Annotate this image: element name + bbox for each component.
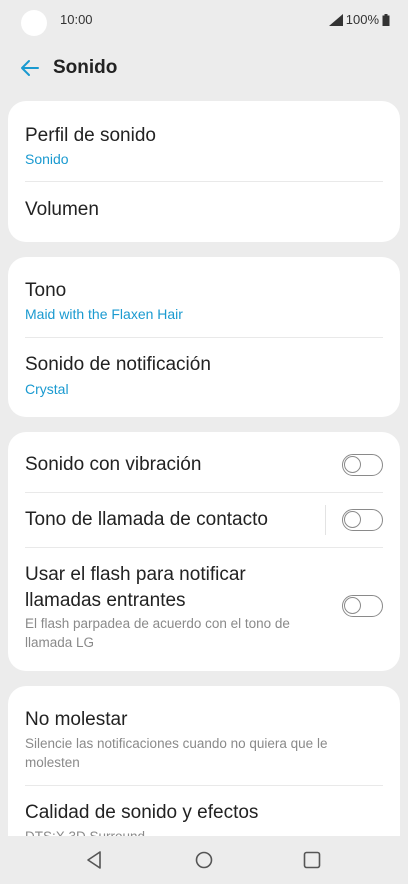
- sound-quality-title: Calidad de sonido y efectos: [25, 802, 259, 823]
- dnd-title: No molestar: [25, 709, 128, 730]
- flash-title-line1: Usar el flash para notificar: [25, 564, 246, 585]
- notification-sound-title: Sonido de notificación: [25, 354, 211, 375]
- setting-contact-ringtone[interactable]: Tono de llamada de contacto: [8, 493, 400, 547]
- sound-profile-value: Sonido: [25, 151, 69, 167]
- card-sound-profile: Perfil de sonido Sonido Volumen: [8, 101, 400, 242]
- app-bar: Sonido: [0, 48, 408, 88]
- setting-vibration-sound[interactable]: Sonido con vibración: [8, 432, 400, 492]
- sound-profile-title: Perfil de sonido: [25, 125, 156, 146]
- toggle-knob: [344, 511, 361, 528]
- signal-icon: [328, 13, 343, 26]
- toggle-knob: [344, 456, 361, 473]
- contact-ringtone-toggle[interactable]: [342, 509, 383, 531]
- setting-do-not-disturb[interactable]: No molestar Silencie las notificaciones …: [8, 686, 400, 785]
- vibration-sound-toggle[interactable]: [342, 454, 383, 476]
- nav-back-icon[interactable]: [85, 850, 105, 870]
- volume-title: Volumen: [25, 199, 99, 220]
- flash-notification-toggle[interactable]: [342, 595, 383, 617]
- nav-home-icon[interactable]: [194, 850, 214, 870]
- dnd-description: Silencie las notificaciones cuando no qu…: [25, 736, 328, 770]
- setting-flash-notification[interactable]: Usar el flash para notificar llamadas en…: [8, 548, 400, 671]
- vibration-sound-title: Sonido con vibración: [25, 454, 202, 475]
- vertical-divider: [325, 505, 326, 535]
- contact-ringtone-title: Tono de llamada de contacto: [25, 509, 268, 530]
- card-toggles: Sonido con vibración Tono de llamada de …: [8, 432, 400, 671]
- setting-sound-quality[interactable]: Calidad de sonido y efectos DTS:X 3D Sur…: [8, 786, 400, 836]
- battery-percent: 100%: [345, 12, 379, 27]
- nav-recents-icon[interactable]: [302, 850, 322, 870]
- sound-quality-value: DTS:X 3D Surround: [25, 827, 335, 836]
- notification-sound-value: Crystal: [25, 381, 69, 397]
- page-title: Sonido: [53, 57, 118, 78]
- ringtone-value: Maid with the Flaxen Hair: [25, 306, 183, 322]
- status-bar: 10:00 100%: [0, 0, 408, 40]
- ringtone-title: Tono: [25, 280, 67, 301]
- setting-sound-profile[interactable]: Perfil de sonido Sonido: [8, 101, 400, 181]
- status-indicators: 100%: [328, 12, 390, 27]
- navigation-bar: [0, 836, 408, 884]
- card-more: No molestar Silencie las notificaciones …: [8, 686, 400, 836]
- back-arrow-icon[interactable]: [18, 56, 42, 80]
- flash-title-line2: llamadas entrantes: [25, 590, 186, 611]
- status-time: 10:00: [60, 12, 93, 27]
- setting-volume[interactable]: Volumen: [8, 182, 400, 242]
- camera-cutout: [21, 10, 47, 36]
- battery-icon: [382, 13, 390, 26]
- card-tones: Tono Maid with the Flaxen Hair Sonido de…: [8, 257, 400, 417]
- toggle-knob: [344, 597, 361, 614]
- flash-description: El flash parpadea de acuerdo con el tono…: [25, 616, 290, 650]
- setting-ringtone[interactable]: Tono Maid with the Flaxen Hair: [8, 257, 400, 337]
- setting-notification-sound[interactable]: Sonido de notificación Crystal: [8, 338, 400, 417]
